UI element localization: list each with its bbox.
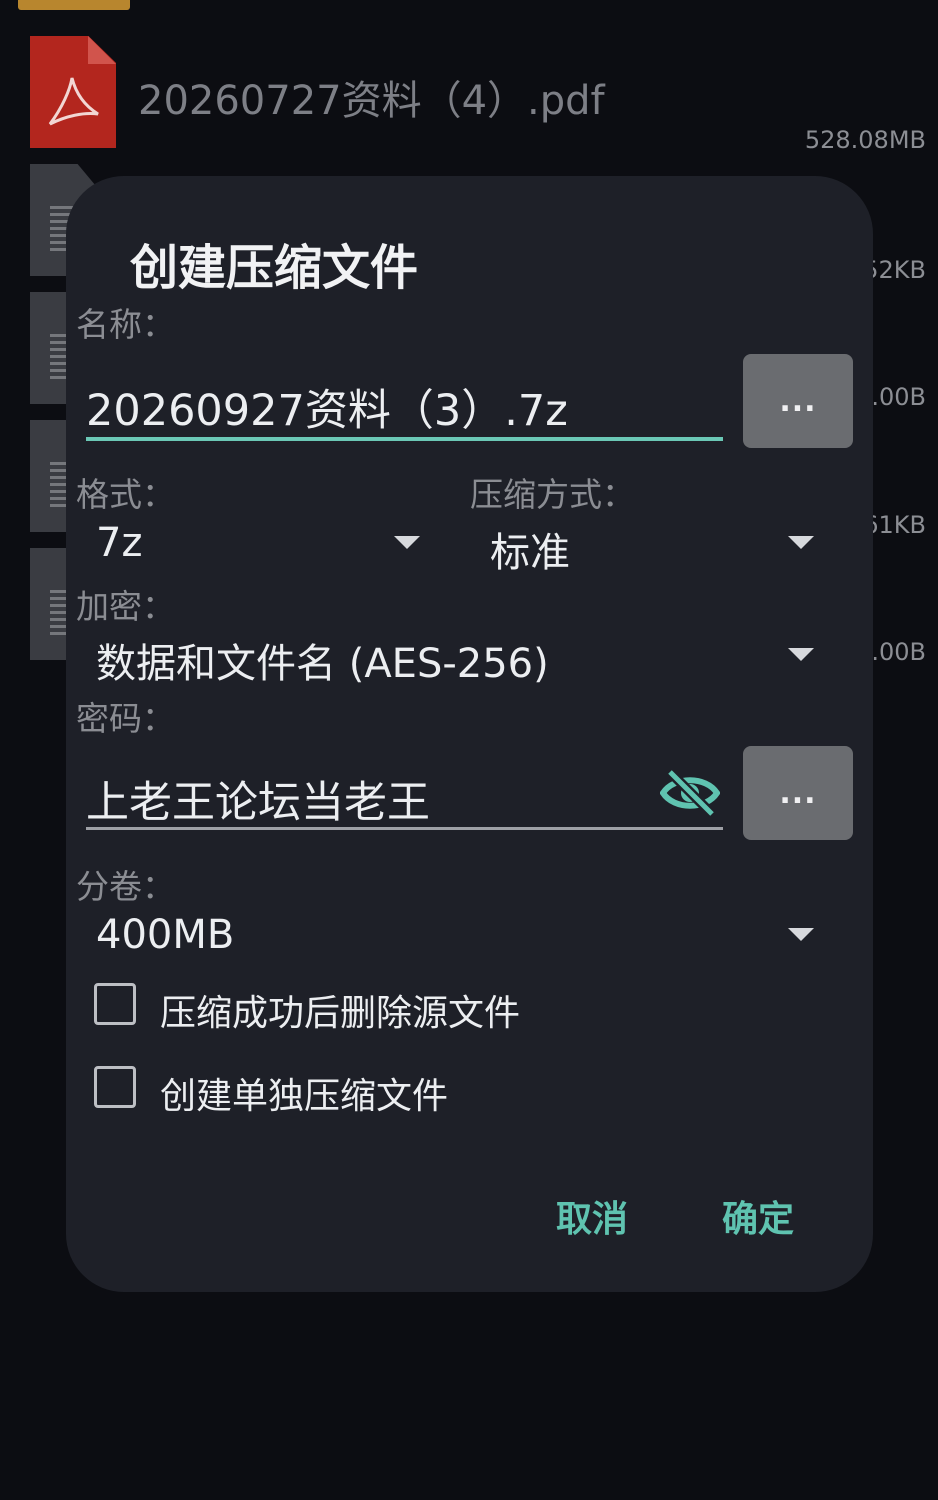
chevron-down-icon[interactable] [394,536,420,549]
format-label: 格式： [76,475,175,514]
volume-select[interactable]: 400MB [96,912,234,958]
ok-button[interactable]: 确定 [722,1190,794,1242]
separate-archives-label[interactable]: 创建单独压缩文件 [160,1067,448,1119]
delete-source-label[interactable]: 压缩成功后删除源文件 [160,984,520,1036]
name-input-underline [86,437,723,441]
eye-off-icon[interactable] [660,768,720,818]
file-name: 20260727资料（4）.pdf [138,78,605,124]
volume-label: 分卷： [76,867,175,906]
cancel-button[interactable]: 取消 [556,1190,628,1242]
create-archive-dialog: 创建压缩文件 名称： 20260927资料（3）.7z ... 格式： 7z 压… [66,176,873,1292]
chevron-down-icon[interactable] [788,536,814,549]
delete-source-checkbox[interactable] [94,983,136,1025]
browse-path-button[interactable]: ... [743,354,853,448]
archive-name-input[interactable]: 20260927资料（3）.7z [86,376,568,438]
folder-icon-partial [18,0,130,10]
password-label: 密码： [76,699,175,738]
compression-method-select[interactable]: 标准 [490,520,570,578]
encryption-select[interactable]: 数据和文件名 (AES-256) [96,631,549,689]
password-input[interactable]: 上老王论坛当老王 [86,768,430,830]
compression-method-label: 压缩方式： [470,475,635,514]
name-label: 名称： [76,305,175,344]
encryption-label: 加密： [76,587,175,626]
file-size: .00B [871,383,926,411]
password-input-underline [86,827,723,830]
pdf-icon [30,36,116,148]
file-size: .00B [871,638,926,666]
dialog-title: 创建压缩文件 [130,240,419,296]
file-size: 528.08MB [804,126,926,154]
format-select[interactable]: 7z [96,520,142,566]
separate-archives-checkbox[interactable] [94,1066,136,1108]
chevron-down-icon[interactable] [788,928,814,941]
password-options-button[interactable]: ... [743,746,853,840]
chevron-down-icon[interactable] [788,648,814,661]
